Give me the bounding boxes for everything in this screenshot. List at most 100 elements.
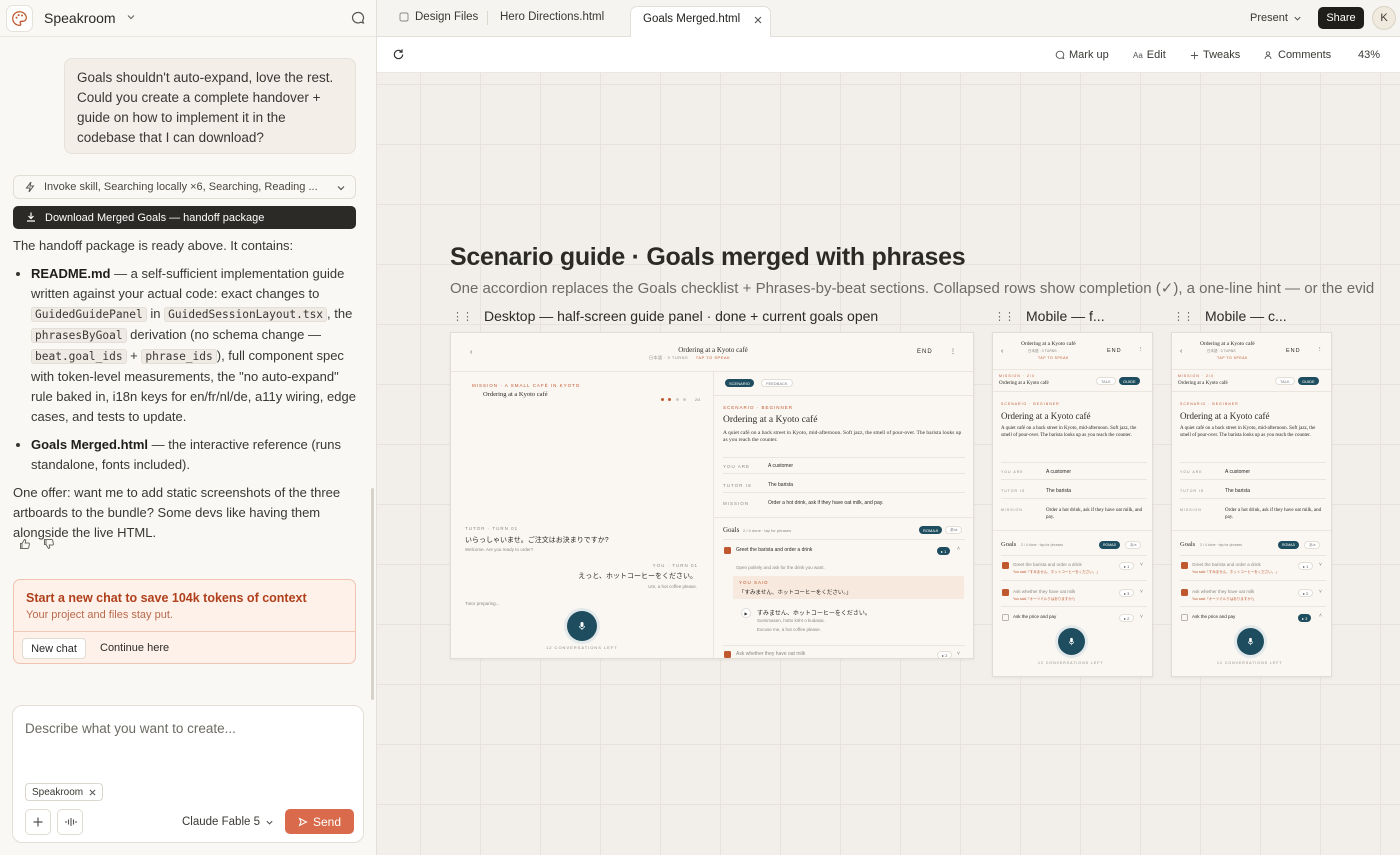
romaji-toggle[interactable]: ROMAJI bbox=[1278, 541, 1300, 549]
kana-toggle[interactable]: あ/a bbox=[1304, 541, 1321, 549]
close-icon[interactable] bbox=[89, 789, 96, 796]
back-icon[interactable]: ‹ bbox=[1001, 348, 1003, 355]
new-chat-button[interactable]: New chat bbox=[22, 638, 86, 659]
chevron-down-icon[interactable] bbox=[126, 12, 136, 22]
drag-handle-icon[interactable]: ⋮⋮ bbox=[1173, 310, 1194, 323]
artboard-mobile-2[interactable]: ‹ Ordering at a Kyoto café 日本語 · 3 TURNS… bbox=[1171, 332, 1332, 677]
chevron-down-icon[interactable]: ˅ bbox=[1140, 614, 1143, 620]
mic-button[interactable] bbox=[567, 611, 597, 641]
chat-bubble-icon[interactable] bbox=[350, 10, 366, 26]
you-are-value: A customer bbox=[768, 463, 794, 469]
goal-3[interactable]: Ask the price and pay bbox=[1013, 614, 1056, 619]
scene-meta: 日本語 · 3 TURNS bbox=[1207, 349, 1236, 353]
more-icon[interactable]: ⋮ bbox=[950, 348, 956, 355]
zoom-level[interactable]: 43% bbox=[1358, 49, 1380, 61]
artboard-mobile-1[interactable]: ‹ Ordering at a Kyoto café 日本語 · 3 TURNS… bbox=[992, 332, 1153, 677]
kana-toggle[interactable]: あ/a bbox=[945, 526, 963, 534]
artboard-label-mobile-1[interactable]: ⋮⋮ Mobile — f... bbox=[994, 308, 1105, 324]
chevron-down-icon[interactable]: ˅ bbox=[1319, 562, 1322, 568]
avatar[interactable]: K bbox=[1372, 6, 1396, 30]
mic-button[interactable] bbox=[1058, 628, 1085, 655]
romaji-toggle[interactable]: ROMAJI bbox=[1099, 541, 1121, 549]
goal-2[interactable]: Ask whether they have oat milk bbox=[736, 651, 805, 657]
goal-check-done[interactable] bbox=[1181, 562, 1188, 569]
tool-summary[interactable]: Invoke skill, Searching locally ×6, Sear… bbox=[13, 175, 356, 199]
chevron-down-icon[interactable]: ˅ bbox=[1319, 589, 1322, 595]
artboard-desktop[interactable]: ‹ Ordering at a Kyoto café 日本語 · 3 TURNS… bbox=[450, 332, 974, 659]
refresh-icon[interactable] bbox=[392, 48, 405, 61]
drag-handle-icon[interactable]: ⋮⋮ bbox=[994, 310, 1015, 323]
kana-toggle[interactable]: あ/a bbox=[1125, 541, 1142, 549]
romaji-toggle[interactable]: ROMAJI bbox=[919, 526, 943, 534]
close-icon[interactable] bbox=[754, 16, 762, 24]
more-icon[interactable]: ⋮ bbox=[1138, 347, 1144, 353]
canvas-title: Scenario guide · Goals merged with phras… bbox=[450, 243, 966, 271]
tab-hero-directions[interactable]: Hero Directions.html bbox=[500, 11, 604, 23]
mission-key: MISSION bbox=[1001, 508, 1023, 512]
end-button[interactable]: END bbox=[1286, 348, 1301, 354]
goal-check-empty[interactable] bbox=[1181, 614, 1188, 621]
send-button[interactable]: Send bbox=[285, 809, 354, 834]
thumbs-up-icon[interactable] bbox=[19, 538, 31, 550]
tab-feedback[interactable]: FEEDBACK bbox=[761, 379, 793, 387]
goal-check-done[interactable] bbox=[724, 547, 731, 554]
end-button[interactable]: END bbox=[917, 349, 933, 355]
tab-scenario[interactable]: SCENARIO bbox=[725, 379, 754, 387]
chevron-down-icon[interactable]: ˅ bbox=[957, 651, 960, 657]
bullet-text: , the bbox=[327, 306, 353, 321]
download-button[interactable]: Download Merged Goals — handoff package bbox=[13, 206, 356, 229]
goal-2[interactable]: Ask whether they have oat milk bbox=[1013, 589, 1075, 594]
tab-design-files[interactable]: Design Files bbox=[399, 11, 478, 23]
tab-guide[interactable]: GUIDE bbox=[1298, 377, 1319, 385]
back-icon[interactable]: ‹ bbox=[1180, 348, 1182, 355]
composer-input[interactable]: Describe what you want to create... bbox=[25, 721, 236, 736]
drag-handle-icon[interactable]: ⋮⋮ bbox=[452, 310, 473, 323]
chevron-up-icon[interactable]: ˄ bbox=[957, 546, 960, 552]
present-button[interactable]: Present bbox=[1250, 12, 1302, 24]
comments-button[interactable]: Comments bbox=[1264, 49, 1331, 61]
artboard-label-mobile-2[interactable]: ⋮⋮ Mobile — c... bbox=[1173, 308, 1287, 324]
bullet-html: Goals Merged.html — the interactive refe… bbox=[31, 435, 356, 475]
more-icon[interactable]: ⋮ bbox=[1317, 347, 1323, 353]
goal-1-said: You said「すみません、ホットコーヒーをください。」 bbox=[1013, 570, 1100, 574]
composer[interactable]: Describe what you want to create... Spea… bbox=[12, 705, 364, 843]
end-button[interactable]: END bbox=[1107, 348, 1122, 354]
goal-check-done[interactable] bbox=[1002, 589, 1009, 596]
tab-talk[interactable]: TALK bbox=[1096, 377, 1116, 385]
tweaks-button[interactable]: Tweaks bbox=[1190, 49, 1240, 61]
goal-check-done[interactable] bbox=[1181, 589, 1188, 596]
project-chip[interactable]: Speakroom bbox=[25, 783, 104, 801]
tab-guide[interactable]: GUIDE bbox=[1119, 377, 1140, 385]
goal-1[interactable]: Greet the barista and order a drink bbox=[1192, 562, 1261, 567]
markup-button[interactable]: Mark up bbox=[1055, 49, 1109, 61]
chat-scrollbar[interactable] bbox=[371, 488, 374, 700]
add-attachment-button[interactable] bbox=[25, 809, 51, 835]
goal-3[interactable]: Ask the price and pay bbox=[1192, 614, 1235, 619]
chevron-down-icon[interactable]: ˅ bbox=[1140, 589, 1143, 595]
continue-here-button[interactable]: Continue here bbox=[100, 642, 169, 654]
chevron-up-icon[interactable]: ˄ bbox=[1319, 613, 1322, 619]
goal-1[interactable]: Greet the barista and order a drink bbox=[1013, 562, 1082, 567]
palette-logo-icon[interactable] bbox=[6, 5, 33, 32]
design-canvas[interactable]: Scenario guide · Goals merged with phras… bbox=[377, 73, 1400, 855]
chevron-down-icon[interactable]: ˅ bbox=[1140, 562, 1143, 568]
project-name[interactable]: Speakroom bbox=[44, 10, 116, 26]
divider bbox=[723, 645, 965, 646]
mic-button[interactable] bbox=[1237, 628, 1264, 655]
divider bbox=[1001, 606, 1147, 607]
goal-check-done[interactable] bbox=[1002, 562, 1009, 569]
goal-2[interactable]: Ask whether they have oat milk bbox=[1192, 589, 1254, 594]
voice-button[interactable] bbox=[57, 809, 83, 835]
share-button[interactable]: Share bbox=[1318, 7, 1364, 29]
tab-talk[interactable]: TALK bbox=[1275, 377, 1295, 385]
goal-1[interactable]: Greet the barista and order a drink bbox=[736, 547, 812, 553]
goal-check-done[interactable] bbox=[724, 651, 731, 658]
goal-check-empty[interactable] bbox=[1002, 614, 1009, 621]
tab-goals-merged[interactable]: Goals Merged.html bbox=[630, 6, 771, 37]
plus-icon bbox=[33, 817, 43, 827]
model-selector[interactable]: Claude Fable 5 bbox=[182, 816, 274, 828]
play-icon[interactable]: ▶ bbox=[741, 608, 751, 618]
thumbs-down-icon[interactable] bbox=[43, 538, 55, 550]
edit-button[interactable]: Aa Edit bbox=[1133, 49, 1166, 61]
artboard-label-desktop[interactable]: ⋮⋮ Desktop — half-screen guide panel · d… bbox=[452, 308, 878, 324]
